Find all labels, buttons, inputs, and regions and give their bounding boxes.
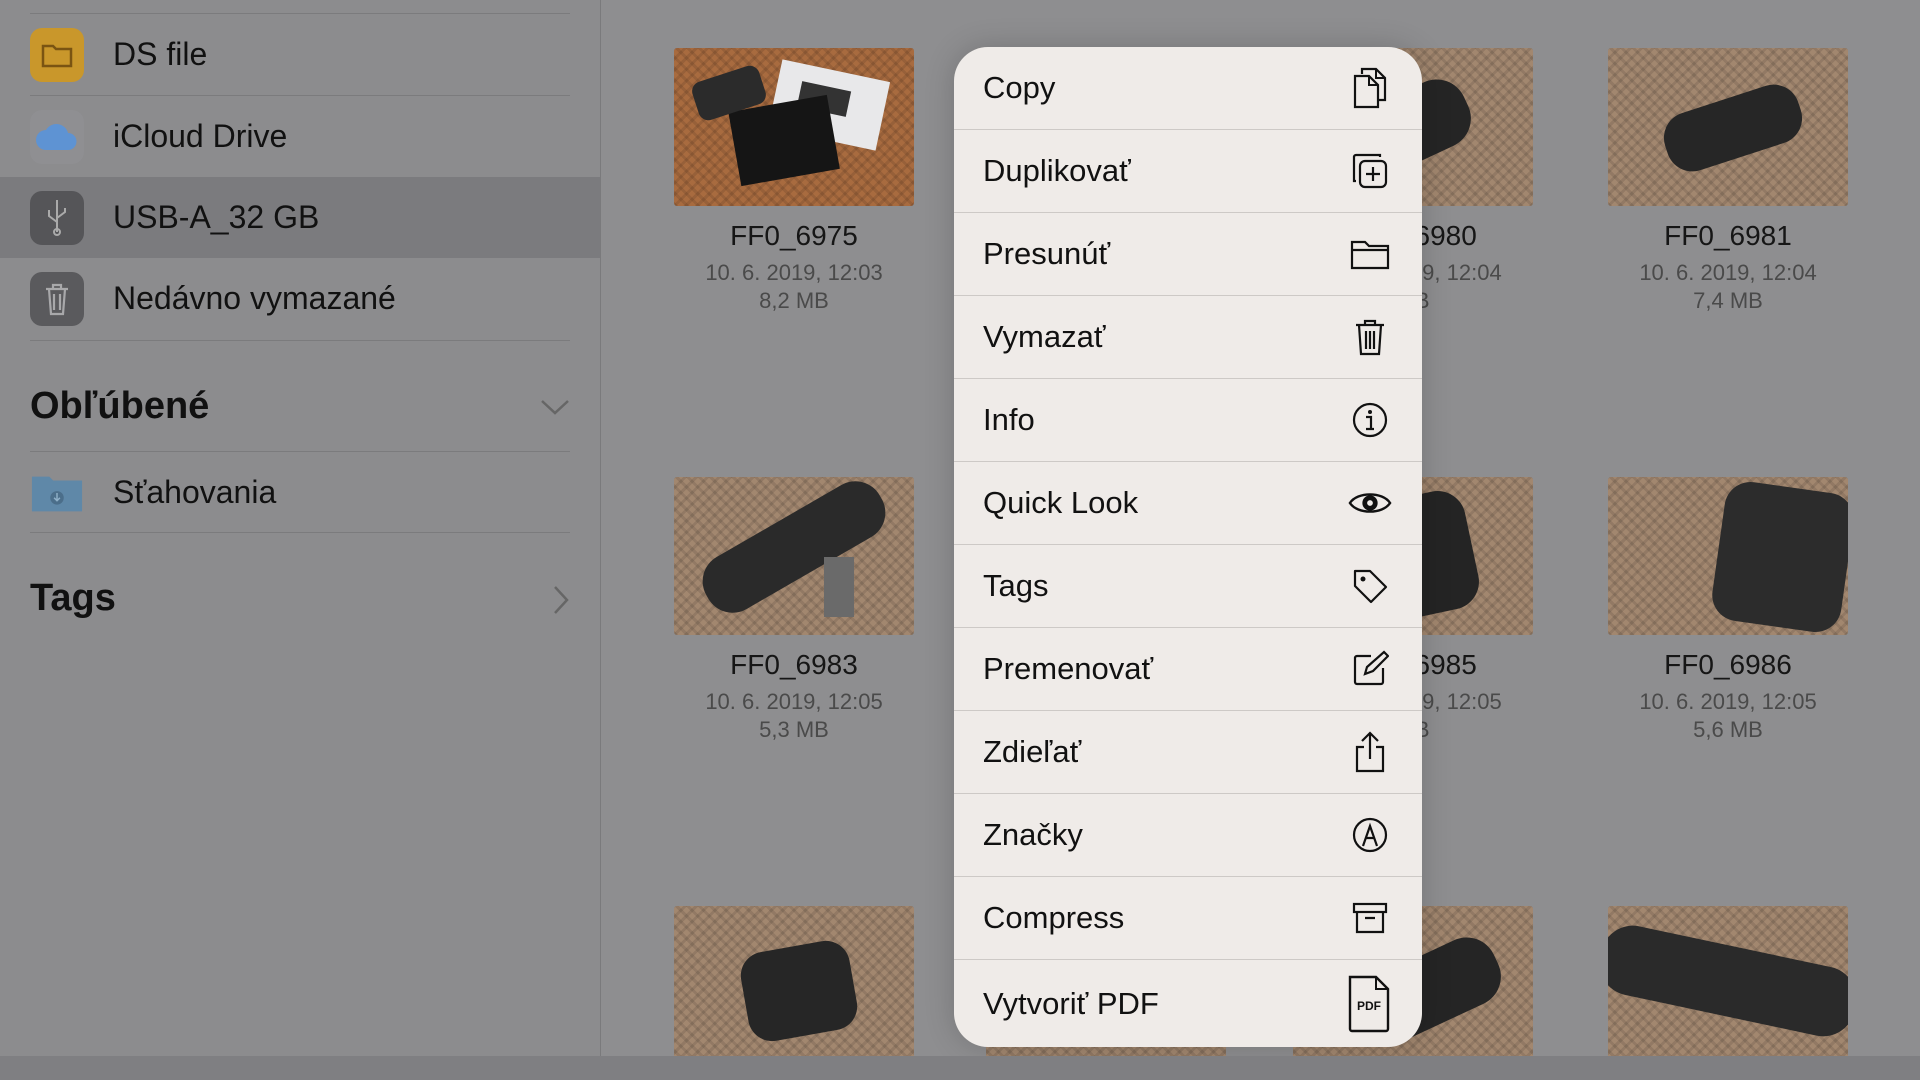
file-thumbnail[interactable] xyxy=(674,906,914,1056)
folder-icon xyxy=(30,27,84,82)
file-size: 5,6 MB xyxy=(1693,717,1763,742)
sidebar-item-icloud-drive[interactable]: iCloud Drive xyxy=(0,96,600,177)
sidebar-item-usb[interactable]: USB-A_32 GB xyxy=(0,177,600,258)
sidebar: DS file iCloud Drive USB-A_32 GB Nedávno… xyxy=(0,0,601,1056)
menu-item-info[interactable]: Info xyxy=(954,379,1422,462)
file-thumbnail[interactable] xyxy=(1608,906,1848,1056)
file-name: FF0_6983 xyxy=(730,649,858,680)
info-icon xyxy=(1348,398,1392,442)
menu-item-label: Copy xyxy=(983,70,1056,105)
menu-item-create-pdf[interactable]: Vytvoriť PDF PDF xyxy=(954,960,1422,1047)
menu-item-label: Vytvoriť PDF xyxy=(983,985,1159,1021)
bottom-bar xyxy=(0,1056,1920,1080)
chevron-right-icon[interactable] xyxy=(552,585,570,620)
file-date: 10. 6. 2019, 12:05 xyxy=(1639,689,1817,714)
separator xyxy=(30,532,570,533)
file-thumbnail[interactable] xyxy=(674,48,914,206)
archive-icon xyxy=(1348,896,1392,940)
menu-item-label: Duplikovať xyxy=(983,153,1131,188)
file-date: 10. 6. 2019, 12:05 xyxy=(705,689,883,714)
menu-item-label: Compress xyxy=(983,900,1125,935)
sidebar-item-label: Nedávno vymazané xyxy=(113,280,396,316)
menu-item-duplicate[interactable]: Duplikovať xyxy=(954,130,1422,213)
file-thumbnail[interactable] xyxy=(1608,48,1848,206)
trash-icon xyxy=(30,271,84,326)
file-name: FF0_6975 xyxy=(730,220,858,251)
pdf-badge-label: PDF xyxy=(1357,998,1381,1013)
menu-item-label: Vymazať xyxy=(983,319,1106,354)
share-icon xyxy=(1348,730,1392,774)
menu-item-label: Zdieľať xyxy=(983,734,1082,769)
menu-item-label: Presunúť xyxy=(983,236,1111,271)
menu-item-markup[interactable]: Značky xyxy=(954,794,1422,877)
sidebar-item-label: Sťahovania xyxy=(113,474,277,510)
tags-section-title[interactable]: Tags xyxy=(30,577,116,620)
menu-item-label: Quick Look xyxy=(983,485,1139,520)
file-name: FF0_6986 xyxy=(1664,649,1792,680)
cloud-icon xyxy=(30,109,84,164)
menu-item-rename[interactable]: Premenovať xyxy=(954,628,1422,711)
downloads-folder-icon xyxy=(30,466,84,520)
file-tile[interactable] xyxy=(674,906,914,1056)
copy-icon xyxy=(1348,66,1392,110)
markup-icon xyxy=(1348,813,1392,857)
file-date: 10. 6. 2019, 12:04 xyxy=(1639,260,1817,285)
menu-item-copy[interactable]: Copy xyxy=(954,47,1422,130)
favorites-section-title[interactable]: Obľúbené xyxy=(30,385,209,428)
file-size: 5,3 MB xyxy=(759,717,829,742)
sidebar-item-ds-file[interactable]: DS file xyxy=(0,14,600,95)
menu-item-label: Značky xyxy=(983,817,1083,852)
menu-item-label: Tags xyxy=(983,568,1049,603)
duplicate-icon xyxy=(1348,149,1392,193)
file-thumbnail[interactable] xyxy=(1608,477,1848,635)
file-size: 8,2 MB xyxy=(759,288,829,313)
menu-item-delete[interactable]: Vymazať xyxy=(954,296,1422,379)
eye-icon xyxy=(1348,481,1392,525)
file-thumbnail[interactable] xyxy=(674,477,914,635)
sidebar-item-label: iCloud Drive xyxy=(113,118,288,154)
trash-icon xyxy=(1348,315,1392,359)
tag-icon xyxy=(1348,564,1392,608)
context-menu: Copy Duplikovať Presunúť Vymazať Info Qu… xyxy=(954,47,1422,1047)
file-name: FF0_6981 xyxy=(1664,220,1792,251)
menu-item-label: Info xyxy=(983,402,1035,437)
sidebar-item-label: DS file xyxy=(113,36,208,72)
menu-item-label: Premenovať xyxy=(983,651,1154,686)
file-tile[interactable] xyxy=(1608,906,1848,1056)
sidebar-item-downloads[interactable]: Sťahovania xyxy=(0,452,600,533)
usb-icon xyxy=(30,190,84,245)
file-date: 10. 6. 2019, 12:03 xyxy=(705,260,883,285)
separator xyxy=(30,340,570,341)
menu-item-tags[interactable]: Tags xyxy=(954,545,1422,628)
folder-icon xyxy=(1348,232,1392,276)
pdf-icon: PDF xyxy=(1346,975,1392,1033)
file-size: 7,4 MB xyxy=(1693,288,1763,313)
rename-icon xyxy=(1348,647,1392,691)
sidebar-item-recently-deleted[interactable]: Nedávno vymazané xyxy=(0,258,600,339)
menu-item-move[interactable]: Presunúť xyxy=(954,213,1422,296)
menu-item-compress[interactable]: Compress xyxy=(954,877,1422,960)
menu-item-quick-look[interactable]: Quick Look xyxy=(954,462,1422,545)
sidebar-item-label: USB-A_32 GB xyxy=(113,199,320,235)
chevron-down-icon[interactable] xyxy=(540,398,570,421)
menu-item-share[interactable]: Zdieľať xyxy=(954,711,1422,794)
